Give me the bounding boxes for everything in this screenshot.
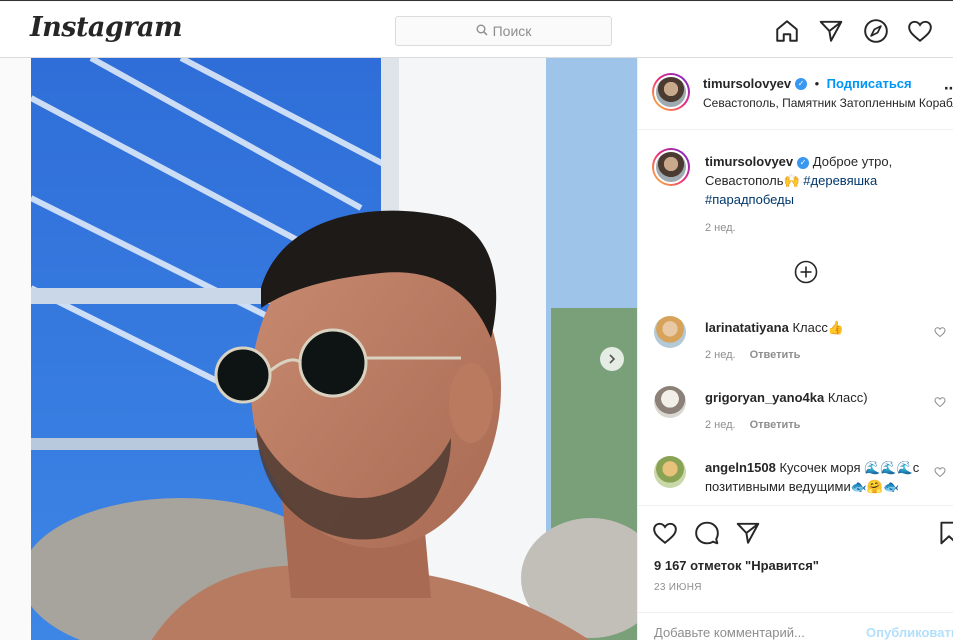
comment-body: Класс👍 (788, 320, 845, 335)
commenter-avatar[interactable] (654, 456, 686, 488)
author-line: timursolovyev ✓ • Подписаться (703, 75, 912, 93)
publish-button[interactable]: Опубликовать (866, 625, 953, 640)
add-comment-input[interactable]: Добавьте комментарий... (654, 625, 805, 640)
search-icon (476, 23, 488, 39)
next-photo-button[interactable] (600, 347, 624, 371)
hashtag-link[interactable]: #парадпобеды (705, 192, 794, 207)
like-comment-heart-icon[interactable] (934, 465, 946, 478)
reply-button[interactable]: Ответить (750, 419, 801, 431)
separator-dot: • (814, 76, 820, 91)
post-photo[interactable] (31, 58, 637, 640)
commenter-username[interactable]: grigoryan_yano4ka (705, 390, 824, 405)
post-details-pane: timursolovyev ✓ • Подписаться Севастополь… (637, 58, 953, 640)
comment-meta: 2 нед. Ответить (705, 419, 800, 431)
top-navbar: Instagram Поиск (0, 2, 953, 58)
post-image (31, 58, 637, 640)
chevron-right-icon (609, 354, 616, 364)
activity-heart-icon[interactable] (907, 18, 933, 44)
like-comment-heart-icon[interactable] (934, 325, 946, 338)
post-actions: 9 167 отметок "Нравится" 23 июня Добавьт… (638, 505, 953, 640)
comment-text: grigoryan_yano4ka Класс) (705, 388, 930, 407)
comment-text: angeln1508 Кусочек моря 🌊🌊🌊с позитивными… (705, 458, 930, 496)
caption-username[interactable]: timursolovyev (705, 154, 793, 169)
commenter-username[interactable]: angeln1508 (705, 460, 776, 475)
post-date[interactable]: 23 июня (654, 582, 702, 593)
commenter-avatar[interactable] (654, 386, 686, 418)
verified-badge-icon: ✓ (795, 77, 808, 90)
explore-icon[interactable] (863, 18, 889, 44)
comment-body: Класс) (824, 390, 868, 405)
follow-button[interactable]: Подписаться (827, 76, 912, 91)
commenter-username[interactable]: larinatatiyana (705, 320, 789, 335)
comment-text: larinatatiyana Класс👍 (705, 318, 930, 337)
post-location[interactable]: Севастополь, Памятник Затопленным Корабл… (703, 96, 953, 110)
direct-icon[interactable] (818, 18, 844, 44)
like-heart-icon[interactable] (652, 520, 678, 546)
comment-meta: 2 нед. Ответить (705, 349, 800, 361)
instagram-logo[interactable]: Instagram (30, 12, 183, 43)
comment-item: angeln1508 Кусочек моря 🌊🌊🌊с позитивными… (638, 456, 953, 505)
post-header: timursolovyev ✓ • Подписаться Севастополь… (638, 58, 953, 130)
comment-bubble-icon[interactable] (694, 520, 720, 546)
caption-text: timursolovyev ✓ Доброе утро, Севастополь🙌… (705, 152, 945, 209)
author-username[interactable]: timursolovyev (703, 76, 791, 91)
more-options-icon[interactable]: ⋯ (944, 80, 953, 97)
load-more-comments-icon[interactable] (794, 260, 818, 284)
instagram-window: Instagram Поиск timursolovyev ✓ • Подпис… (0, 0, 953, 640)
home-icon[interactable] (774, 18, 800, 44)
caption-avatar[interactable] (652, 148, 690, 186)
caption-time[interactable]: 2 нед. (705, 222, 736, 234)
verified-badge-icon: ✓ (797, 156, 810, 169)
like-comment-heart-icon[interactable] (934, 395, 946, 408)
likes-count[interactable]: 9 167 отметок "Нравится" (654, 558, 819, 573)
share-icon[interactable] (735, 520, 761, 546)
reply-button[interactable]: Ответить (750, 349, 801, 361)
search-placeholder: Поиск (492, 23, 532, 39)
hashtag-link[interactable]: #деревяшка (803, 173, 877, 188)
search-input[interactable]: Поиск (395, 16, 612, 46)
comment-time[interactable]: 2 нед. (705, 419, 736, 431)
author-avatar[interactable] (652, 73, 690, 111)
add-comment-bar: Добавьте комментарий... Опубликовать (638, 612, 953, 640)
comment-time[interactable]: 2 нед. (705, 349, 736, 361)
bookmark-icon[interactable] (936, 520, 953, 546)
commenter-avatar[interactable] (654, 316, 686, 348)
